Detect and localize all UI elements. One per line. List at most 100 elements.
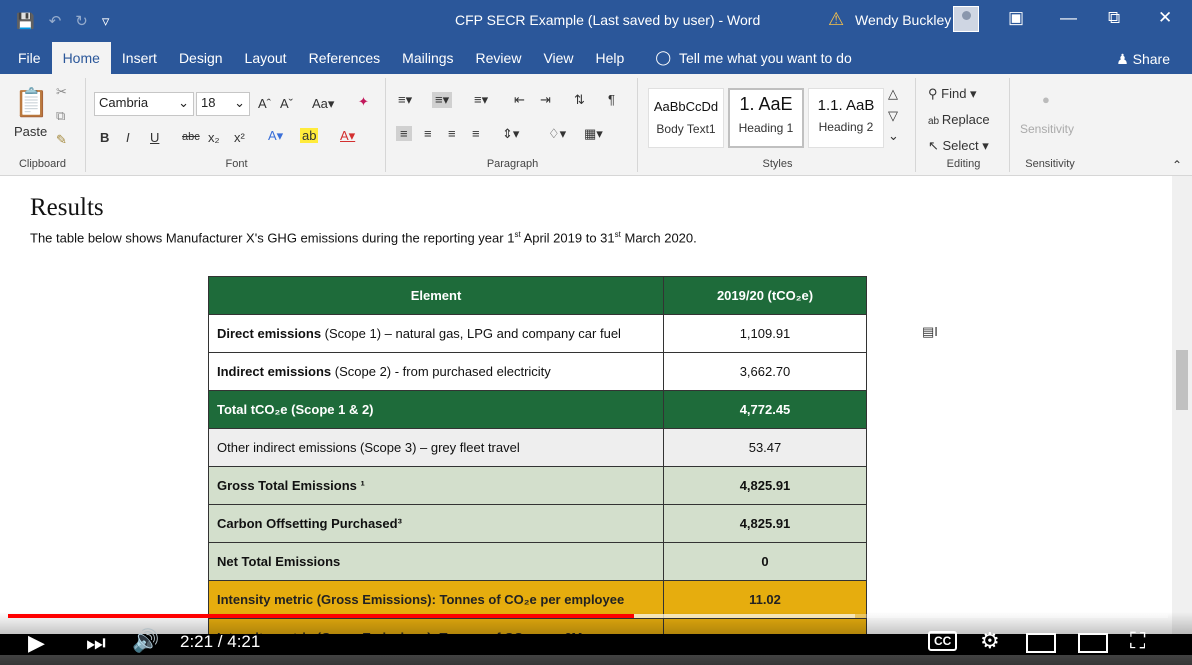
tab-references[interactable]: References bbox=[298, 42, 392, 74]
row-label: Indirect emissions (Scope 2) - from purc… bbox=[208, 352, 664, 391]
row-label-bold: Intensity metric (Gross Emissions): Tonn… bbox=[217, 592, 625, 607]
customize-icon[interactable]: ▿ bbox=[102, 12, 110, 30]
bold-button[interactable]: B bbox=[100, 130, 109, 145]
warning-icon[interactable]: ⚠ bbox=[828, 9, 844, 30]
avatar[interactable] bbox=[953, 6, 979, 32]
share-button[interactable]: ♟ Share bbox=[1116, 51, 1170, 68]
row-label-bold: Total tCO₂e (Scope 1 & 2) bbox=[217, 402, 374, 417]
multilevel-list-icon[interactable]: ≡▾ bbox=[474, 92, 488, 108]
increase-indent-icon[interactable]: ⇥ bbox=[540, 92, 551, 108]
row-label: Carbon Offsetting Purchased³ bbox=[208, 504, 664, 543]
row-label-bold: Net Total Emissions bbox=[217, 554, 341, 569]
styles-more-icon[interactable]: ⌄ bbox=[888, 128, 899, 144]
document-title: CFP SECR Example (Last saved by user) - … bbox=[455, 12, 761, 28]
subscript-button[interactable]: x₂ bbox=[208, 130, 220, 145]
change-case-icon[interactable]: Aa▾ bbox=[312, 96, 334, 112]
row-label: Net Total Emissions bbox=[208, 542, 664, 581]
restore-icon[interactable]: ⧉ bbox=[1108, 8, 1120, 28]
font-color-icon[interactable]: A▾ bbox=[340, 128, 355, 144]
decrease-indent-icon[interactable]: ⇤ bbox=[514, 92, 525, 108]
sensitivity-icon: ● bbox=[1042, 92, 1050, 107]
fullscreen-icon[interactable]: ⛶ bbox=[1130, 628, 1145, 654]
save-icon[interactable]: 💾 bbox=[16, 12, 35, 30]
shading-icon[interactable]: ♢▾ bbox=[548, 126, 566, 142]
share-label: Share bbox=[1132, 51, 1170, 67]
video-controls bbox=[0, 612, 1192, 665]
play-icon[interactable]: ▶ bbox=[28, 630, 45, 656]
select-button[interactable]: ↖ Select ▾ bbox=[928, 138, 989, 154]
underline-button[interactable]: U bbox=[150, 130, 159, 145]
tab-view[interactable]: View bbox=[532, 42, 584, 74]
tab-design[interactable]: Design bbox=[168, 42, 234, 74]
align-left-icon[interactable]: ≡ bbox=[396, 126, 412, 141]
borders-icon[interactable]: ▦▾ bbox=[584, 126, 603, 142]
bullets-icon[interactable]: ≡▾ bbox=[398, 92, 412, 108]
theater-mode-icon[interactable] bbox=[1078, 633, 1108, 653]
tab-help[interactable]: Help bbox=[585, 42, 636, 74]
close-icon[interactable]: ✕ bbox=[1158, 8, 1172, 28]
replace-button[interactable]: ab Replace bbox=[928, 112, 990, 127]
miniplayer-icon[interactable] bbox=[1026, 633, 1056, 653]
style-heading-1[interactable]: 1. AaE Heading 1 bbox=[728, 88, 804, 148]
quick-access-toolbar: 💾 ↶ ↻ ▿ bbox=[0, 12, 160, 30]
text-effects-icon[interactable]: A▾ bbox=[268, 128, 283, 144]
row-label-bold: Indirect emissions bbox=[217, 364, 332, 379]
tab-insert[interactable]: Insert bbox=[111, 42, 168, 74]
ribbon-display-icon[interactable]: ▣ bbox=[1008, 8, 1024, 28]
font-name-value: Cambria bbox=[99, 95, 149, 110]
collapse-ribbon-icon[interactable]: ⌃ bbox=[1172, 158, 1182, 172]
align-right-icon[interactable]: ≡ bbox=[448, 126, 456, 141]
styles-scroll-down-icon[interactable]: ▽ bbox=[888, 108, 898, 124]
undo-icon[interactable]: ↶ bbox=[49, 12, 62, 30]
find-button[interactable]: ⚲ Find ▾ bbox=[928, 86, 977, 102]
sort-icon[interactable]: ⇅ bbox=[574, 92, 585, 108]
user-name[interactable]: Wendy Buckley bbox=[855, 12, 951, 28]
tell-me-box[interactable]: ◯ Tell me what you want to do bbox=[635, 42, 851, 74]
format-painter-icon[interactable]: ✎ bbox=[56, 132, 67, 148]
row-label: Total tCO₂e (Scope 1 & 2) bbox=[208, 390, 664, 429]
tab-file[interactable]: File bbox=[0, 42, 52, 74]
italic-button[interactable]: I bbox=[126, 130, 130, 145]
document-page[interactable]: Results The table below shows Manufactur… bbox=[0, 176, 1172, 634]
row-label-bold: Carbon Offsetting Purchased³ bbox=[217, 516, 402, 531]
style-name: Heading 1 bbox=[738, 121, 794, 135]
tab-home[interactable]: Home bbox=[51, 42, 111, 74]
clear-formatting-icon[interactable]: ✦ bbox=[358, 94, 369, 110]
font-size-select[interactable]: 18 ⌄ bbox=[196, 92, 250, 116]
settings-icon[interactable]: ⚙ bbox=[980, 628, 1000, 654]
paste-icon[interactable]: 📋 bbox=[14, 86, 49, 119]
grow-font-icon[interactable]: Aˆ bbox=[258, 96, 271, 111]
volume-icon[interactable]: 🔊 bbox=[132, 628, 159, 654]
next-icon[interactable]: ⏭ bbox=[86, 630, 106, 656]
copy-icon[interactable]: ⧉ bbox=[56, 108, 65, 124]
captions-icon[interactable]: CC bbox=[928, 631, 958, 651]
style-heading-2[interactable]: 1.1. AaB Heading 2 bbox=[808, 88, 884, 148]
emissions-table[interactable]: Element 2019/20 (tCO₂e) Direct emissions… bbox=[208, 276, 867, 634]
styles-scroll-up-icon[interactable]: △ bbox=[888, 86, 898, 102]
row-value: 3,662.70 bbox=[663, 352, 867, 391]
style-body-text[interactable]: AaBbCcDd Body Text1 bbox=[648, 88, 724, 148]
cut-icon[interactable]: ✂ bbox=[56, 84, 67, 100]
redo-icon[interactable]: ↻ bbox=[75, 12, 88, 30]
minimize-icon[interactable]: — bbox=[1060, 8, 1077, 28]
find-icon: ⚲ bbox=[928, 86, 942, 101]
style-preview: AaBbCcDd bbox=[653, 99, 719, 114]
line-spacing-icon[interactable]: ⇕▾ bbox=[502, 126, 519, 142]
highlight-icon[interactable]: ab bbox=[300, 128, 319, 143]
justify-icon[interactable]: ≡ bbox=[472, 126, 480, 141]
scrollbar-thumb[interactable] bbox=[1176, 350, 1188, 410]
numbering-icon[interactable]: ≡▾ bbox=[432, 92, 453, 108]
tab-mailings[interactable]: Mailings bbox=[391, 42, 464, 74]
progress-played bbox=[8, 614, 635, 618]
pilcrow-icon[interactable]: ¶ bbox=[608, 92, 615, 107]
align-center-icon[interactable]: ≡ bbox=[424, 126, 432, 141]
tab-layout[interactable]: Layout bbox=[234, 42, 298, 74]
font-name-select[interactable]: Cambria ⌄ bbox=[94, 92, 194, 116]
shrink-font-icon[interactable]: Aˇ bbox=[280, 96, 293, 111]
paste-button[interactable]: Paste bbox=[14, 124, 47, 139]
superscript-button[interactable]: x² bbox=[234, 130, 245, 145]
sensitivity-button[interactable]: Sensitivity bbox=[1020, 122, 1074, 136]
tab-review[interactable]: Review bbox=[465, 42, 533, 74]
strikethrough-button[interactable]: abc bbox=[182, 131, 200, 143]
tell-me-text: Tell me what you want to do bbox=[679, 50, 852, 66]
